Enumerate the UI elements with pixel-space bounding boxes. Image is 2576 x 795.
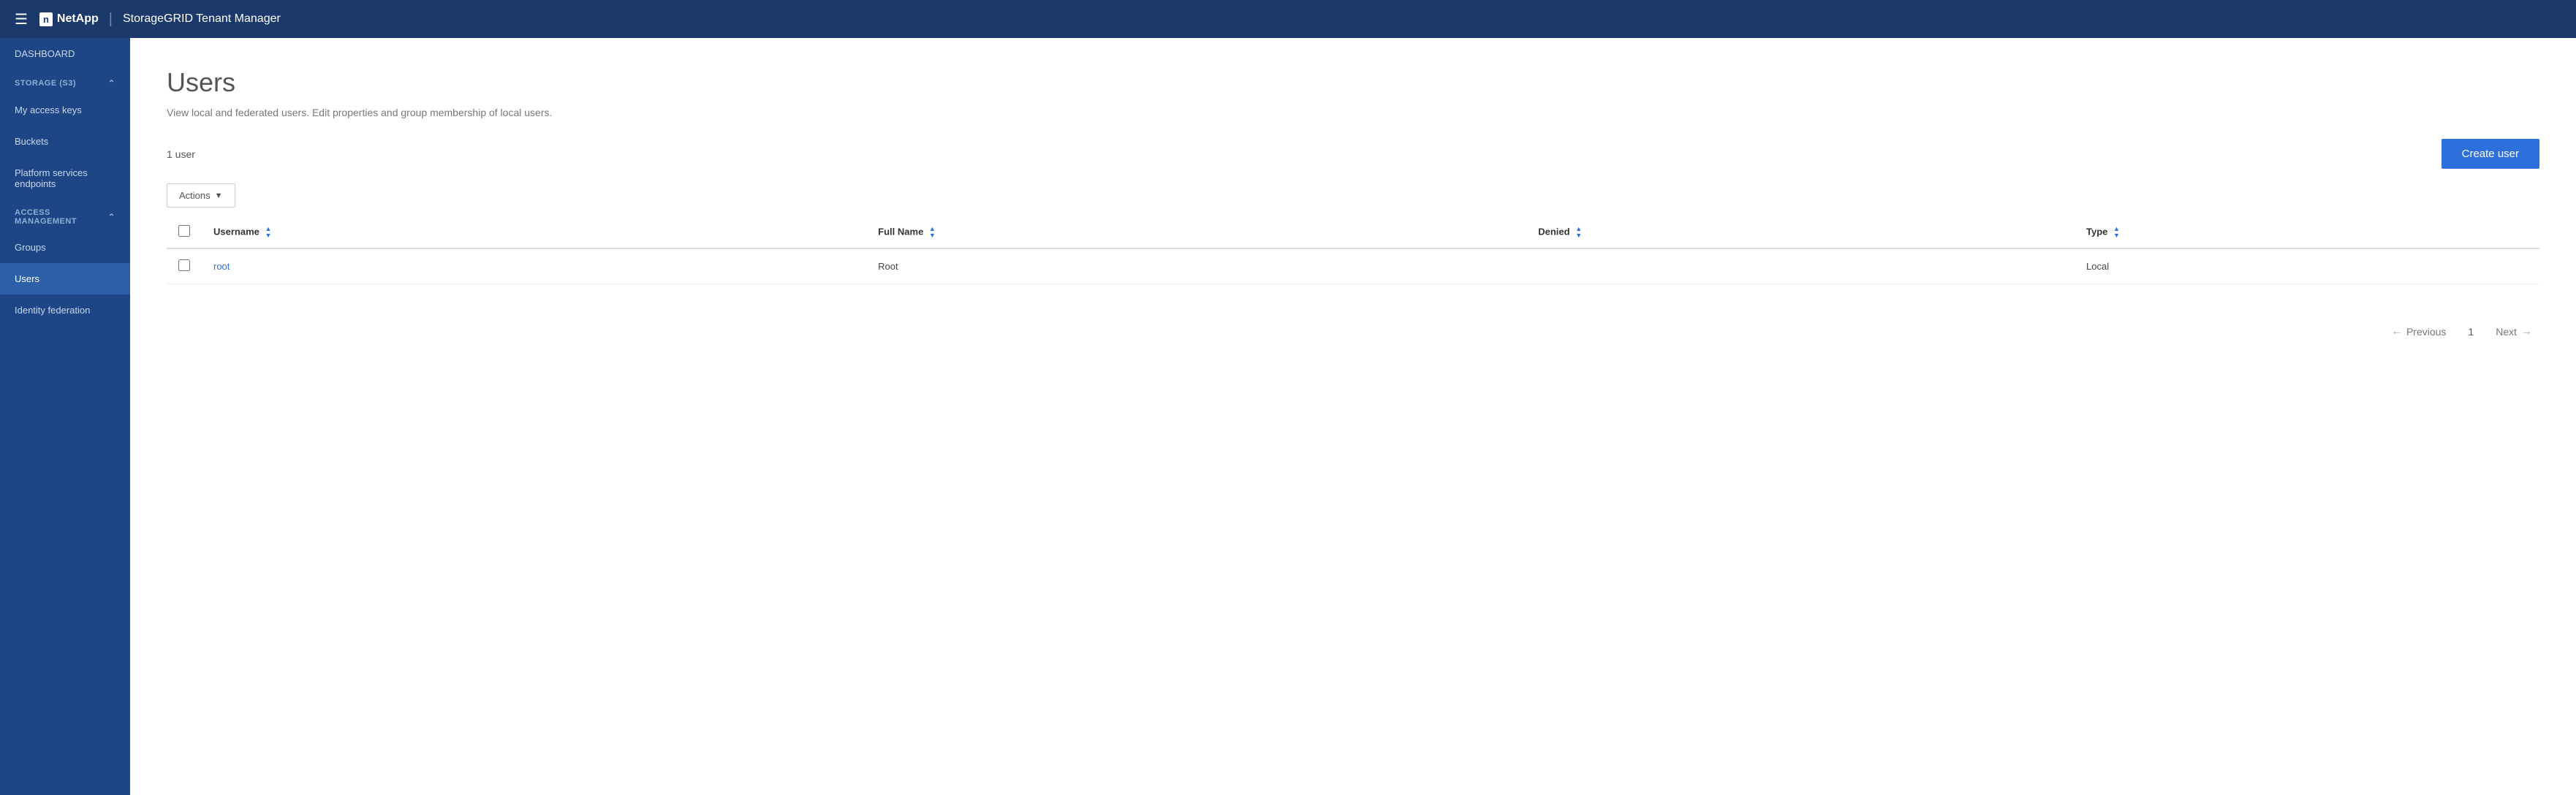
access-section-header: ACCESS MANAGEMENT ⌃ <box>0 199 130 232</box>
table-row: root Root Local <box>167 248 2539 284</box>
previous-button[interactable]: ← Previous <box>2384 321 2453 343</box>
row-username[interactable]: root <box>202 248 866 284</box>
platform-services-endpoints-label: Platform services endpoints <box>15 167 115 189</box>
users-label: Users <box>15 273 39 284</box>
page-title: Users <box>167 67 2539 98</box>
sidebar-item-buckets[interactable]: Buckets <box>0 126 130 157</box>
col-denied-label: Denied <box>1538 226 1569 237</box>
username-sort-icon[interactable]: ▲▼ <box>265 226 272 239</box>
next-label: Next <box>2496 326 2517 338</box>
col-type-label: Type <box>2086 226 2107 237</box>
col-header-type: Type ▲▼ <box>2075 216 2539 248</box>
user-count: 1 user <box>167 148 195 160</box>
previous-label: Previous <box>2406 326 2446 338</box>
main-content: Users View local and federated users. Ed… <box>130 38 2576 795</box>
actions-label: Actions <box>179 190 211 201</box>
col-header-username: Username ▲▼ <box>202 216 866 248</box>
col-full-name-label: Full Name <box>878 226 923 237</box>
logo-box: n <box>39 12 53 26</box>
col-username-label: Username <box>213 226 260 237</box>
dashboard-label: DASHBOARD <box>15 48 75 59</box>
brand-area: n NetApp | StorageGRID Tenant Manager <box>39 11 281 28</box>
page-subtitle: View local and federated users. Edit pro… <box>167 107 2539 118</box>
next-arrow-icon: → <box>2520 325 2532 338</box>
sidebar-item-my-access-keys[interactable]: My access keys <box>0 94 130 126</box>
row-checkbox-cell <box>167 248 202 284</box>
hamburger-icon[interactable]: ☰ <box>15 10 28 28</box>
nav-divider: | <box>109 11 113 28</box>
next-button[interactable]: Next → <box>2488 321 2539 343</box>
identity-federation-label: Identity federation <box>15 305 90 316</box>
select-all-checkbox[interactable] <box>178 225 190 237</box>
storage-section-label: STORAGE (S3) <box>15 79 76 88</box>
col-header-denied: Denied ▲▼ <box>1526 216 2075 248</box>
denied-sort-icon[interactable]: ▲▼ <box>1575 226 1582 239</box>
select-all-cell <box>167 216 202 248</box>
row-select-checkbox[interactable] <box>178 259 190 271</box>
actions-row: Actions ▼ <box>167 183 2539 208</box>
type-sort-icon[interactable]: ▲▼ <box>2113 226 2120 239</box>
my-access-keys-label: My access keys <box>15 104 82 115</box>
top-nav: ☰ n NetApp | StorageGRID Tenant Manager <box>0 0 2576 38</box>
sidebar-item-users[interactable]: Users <box>0 263 130 294</box>
create-user-button[interactable]: Create user <box>2441 139 2539 169</box>
col-header-full-name: Full Name ▲▼ <box>866 216 1526 248</box>
main-layout: DASHBOARD STORAGE (S3) ⌃ My access keys … <box>0 38 2576 795</box>
actions-chevron-down-icon: ▼ <box>215 191 223 200</box>
netapp-logo: n NetApp <box>39 12 99 26</box>
pagination-row: ← Previous 1 Next → <box>167 306 2539 343</box>
actions-button[interactable]: Actions ▼ <box>167 183 235 208</box>
table-header-row: Username ▲▼ Full Name ▲▼ Denied ▲▼ Type … <box>167 216 2539 248</box>
sidebar-item-platform-services-endpoints[interactable]: Platform services endpoints <box>0 157 130 199</box>
sidebar-item-dashboard[interactable]: DASHBOARD <box>0 38 130 69</box>
previous-arrow-icon: ← <box>2391 325 2403 338</box>
buckets-label: Buckets <box>15 136 48 147</box>
row-full-name: Root <box>866 248 1526 284</box>
toolbar-row: 1 user Create user <box>167 139 2539 169</box>
full-name-sort-icon[interactable]: ▲▼ <box>929 226 936 239</box>
groups-label: Groups <box>15 242 46 253</box>
storage-section-header: STORAGE (S3) ⌃ <box>0 69 130 94</box>
sidebar-item-groups[interactable]: Groups <box>0 232 130 263</box>
sidebar-item-identity-federation[interactable]: Identity federation <box>0 294 130 326</box>
brand-name: NetApp <box>57 12 99 26</box>
access-section-label: ACCESS MANAGEMENT <box>15 208 107 226</box>
storage-chevron-icon: ⌃ <box>107 78 115 88</box>
current-page: 1 <box>2462 323 2480 341</box>
access-chevron-icon: ⌃ <box>107 212 115 222</box>
sidebar: DASHBOARD STORAGE (S3) ⌃ My access keys … <box>0 38 130 795</box>
app-title: StorageGRID Tenant Manager <box>123 12 281 26</box>
row-denied <box>1526 248 2075 284</box>
row-type: Local <box>2075 248 2539 284</box>
users-table: Username ▲▼ Full Name ▲▼ Denied ▲▼ Type … <box>167 216 2539 284</box>
